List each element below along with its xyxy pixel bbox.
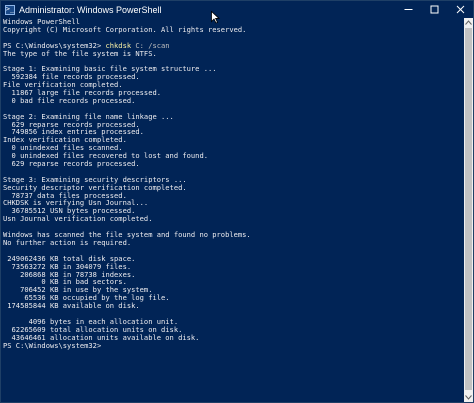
powershell-app-icon[interactable]: >_ (5, 4, 15, 15)
close-icon (456, 5, 464, 14)
console-line: PS C:\Windows\system32> (3, 340, 102, 350)
scroll-down-button[interactable] (464, 393, 473, 402)
window-title: Administrator: Windows PowerShell (19, 4, 162, 15)
close-button[interactable] (447, 1, 473, 18)
maximize-icon (430, 5, 438, 14)
scroll-down-arrow-icon (465, 395, 472, 400)
powershell-window: >_ Administrator: Windows PowerShell Win… (0, 0, 474, 403)
console-line: The type of the file system is NTFS. (3, 48, 157, 58)
mouse-cursor-icon (211, 11, 220, 24)
minimize-button[interactable] (395, 1, 421, 18)
console-line: Usn Journal verification completed. (3, 214, 153, 224)
title-bar[interactable]: >_ Administrator: Windows PowerShell (1, 1, 473, 18)
console-line: 0 bad file records processed. (3, 95, 136, 105)
vertical-scrollbar[interactable] (464, 18, 473, 402)
minimize-icon (404, 9, 412, 10)
console-output[interactable]: Windows PowerShell Copyright (C) Microsof… (1, 18, 465, 402)
console-line: Copyright (C) Microsoft Corporation. All… (3, 24, 247, 34)
console-line: No further action is required. (3, 237, 132, 247)
scroll-up-button[interactable] (464, 18, 473, 27)
scroll-up-arrow-icon (465, 20, 472, 25)
maximize-button[interactable] (421, 1, 447, 18)
console-line: 629 reparse records processed. (3, 159, 140, 169)
scrollbar-thumb[interactable] (465, 28, 472, 390)
console-line: 174585844 KB available on disk. (3, 301, 140, 311)
